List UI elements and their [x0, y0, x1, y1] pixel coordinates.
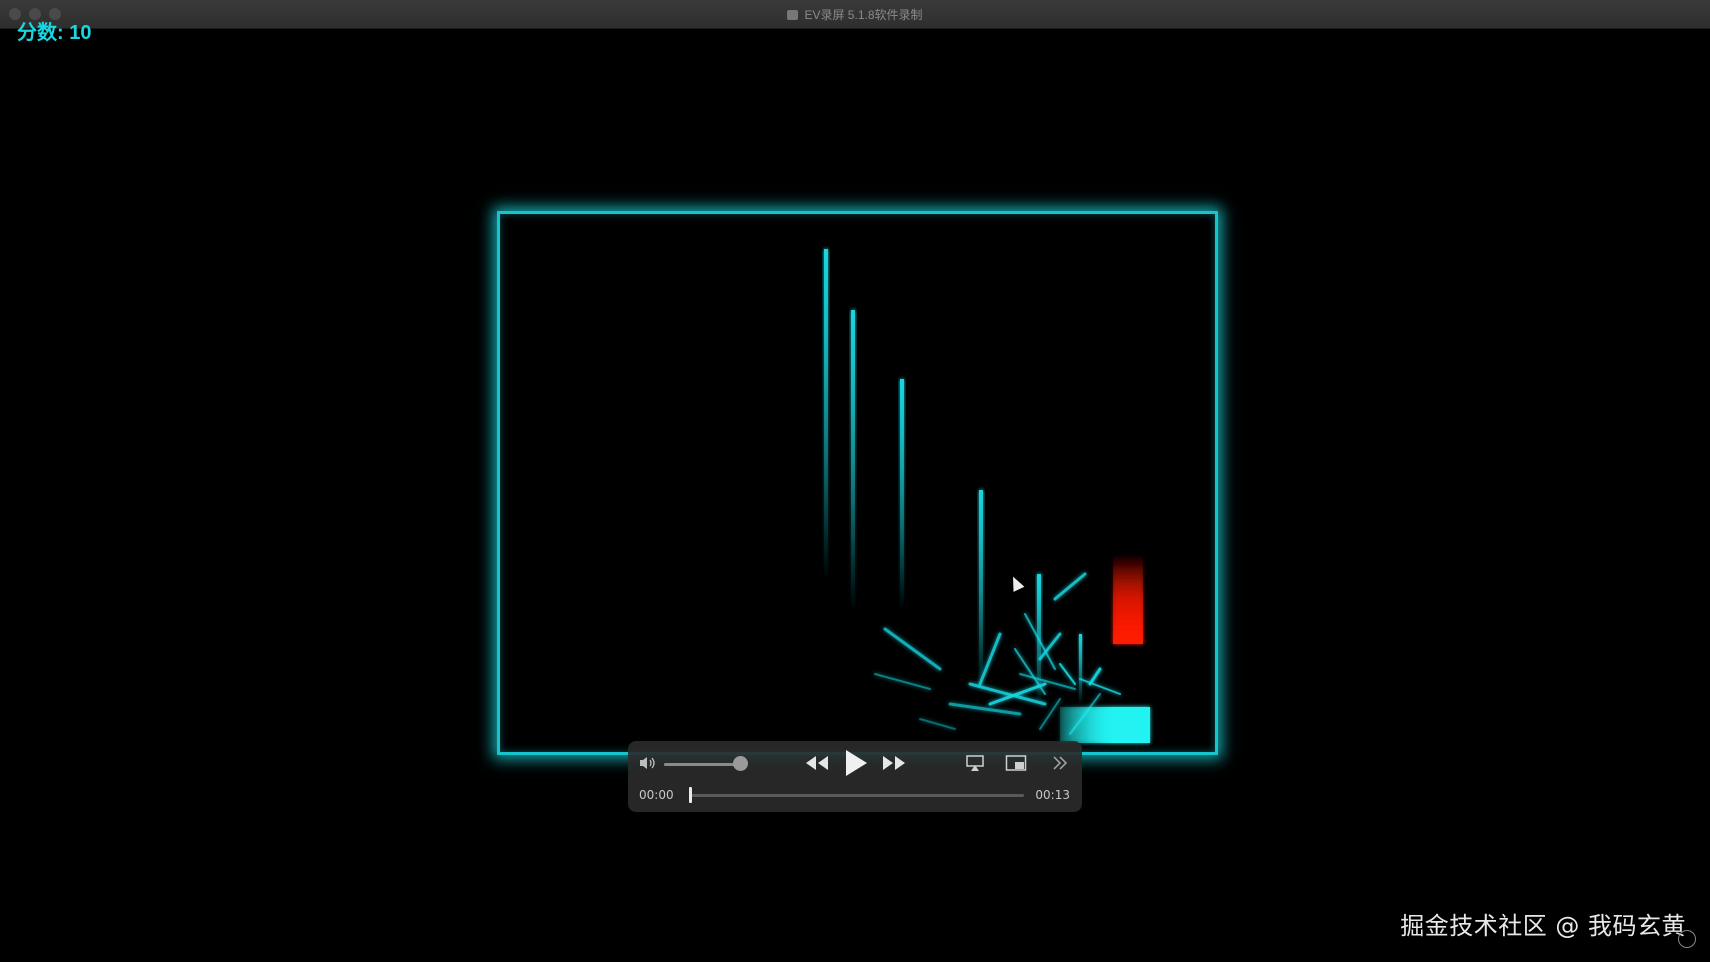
airplay-icon — [966, 755, 984, 771]
bullet-trail — [824, 249, 828, 579]
progress-scrubber[interactable] — [689, 787, 692, 803]
bullet-trail — [1079, 634, 1082, 704]
picture-in-picture-button[interactable] — [1005, 754, 1027, 772]
volume-slider-handle[interactable] — [733, 756, 748, 771]
bullet-trail — [979, 490, 983, 690]
volume-icon[interactable] — [638, 755, 658, 771]
total-time: 00:13 — [1035, 788, 1070, 802]
video-controls: 00:00 00:13 — [628, 741, 1082, 812]
app-icon — [787, 9, 799, 20]
enemy-block — [1113, 554, 1143, 644]
window-title-wrap: EV录屏 5.1.8软件录制 — [0, 6, 1710, 23]
volume-slider-fill — [664, 763, 734, 766]
bullet-trail — [851, 310, 855, 610]
settings-icon[interactable] — [1678, 930, 1696, 948]
rewind-button[interactable] — [804, 754, 830, 772]
window-title: EV录屏 5.1.8软件录制 — [804, 8, 923, 22]
app-window: EV录屏 5.1.8软件录制 分数: 10 00:00 00:13 掘金技术社区… — [0, 0, 1710, 962]
player-block — [1060, 707, 1150, 743]
current-time: 00:00 — [639, 788, 674, 802]
play-button[interactable] — [843, 748, 869, 778]
fast-forward-button[interactable] — [881, 754, 907, 772]
score-label: 分数: 10 — [17, 22, 92, 44]
game-stage[interactable] — [497, 211, 1218, 755]
bullet-trail — [900, 379, 904, 609]
fast-forward-icon — [883, 756, 905, 770]
airplay-button[interactable] — [965, 754, 985, 772]
play-icon — [846, 750, 867, 776]
game-canvas — [824, 249, 1150, 743]
rewind-icon — [806, 756, 828, 770]
more-icon — [1053, 756, 1068, 770]
progress-bar[interactable] — [690, 794, 1024, 797]
watermark: 掘金技术社区 @ 我码玄黄 — [1400, 912, 1686, 940]
volume-slider[interactable] — [664, 763, 740, 766]
more-button[interactable] — [1051, 754, 1069, 772]
title-bar: EV录屏 5.1.8软件录制 — [0, 0, 1710, 29]
pip-icon — [1005, 755, 1027, 771]
